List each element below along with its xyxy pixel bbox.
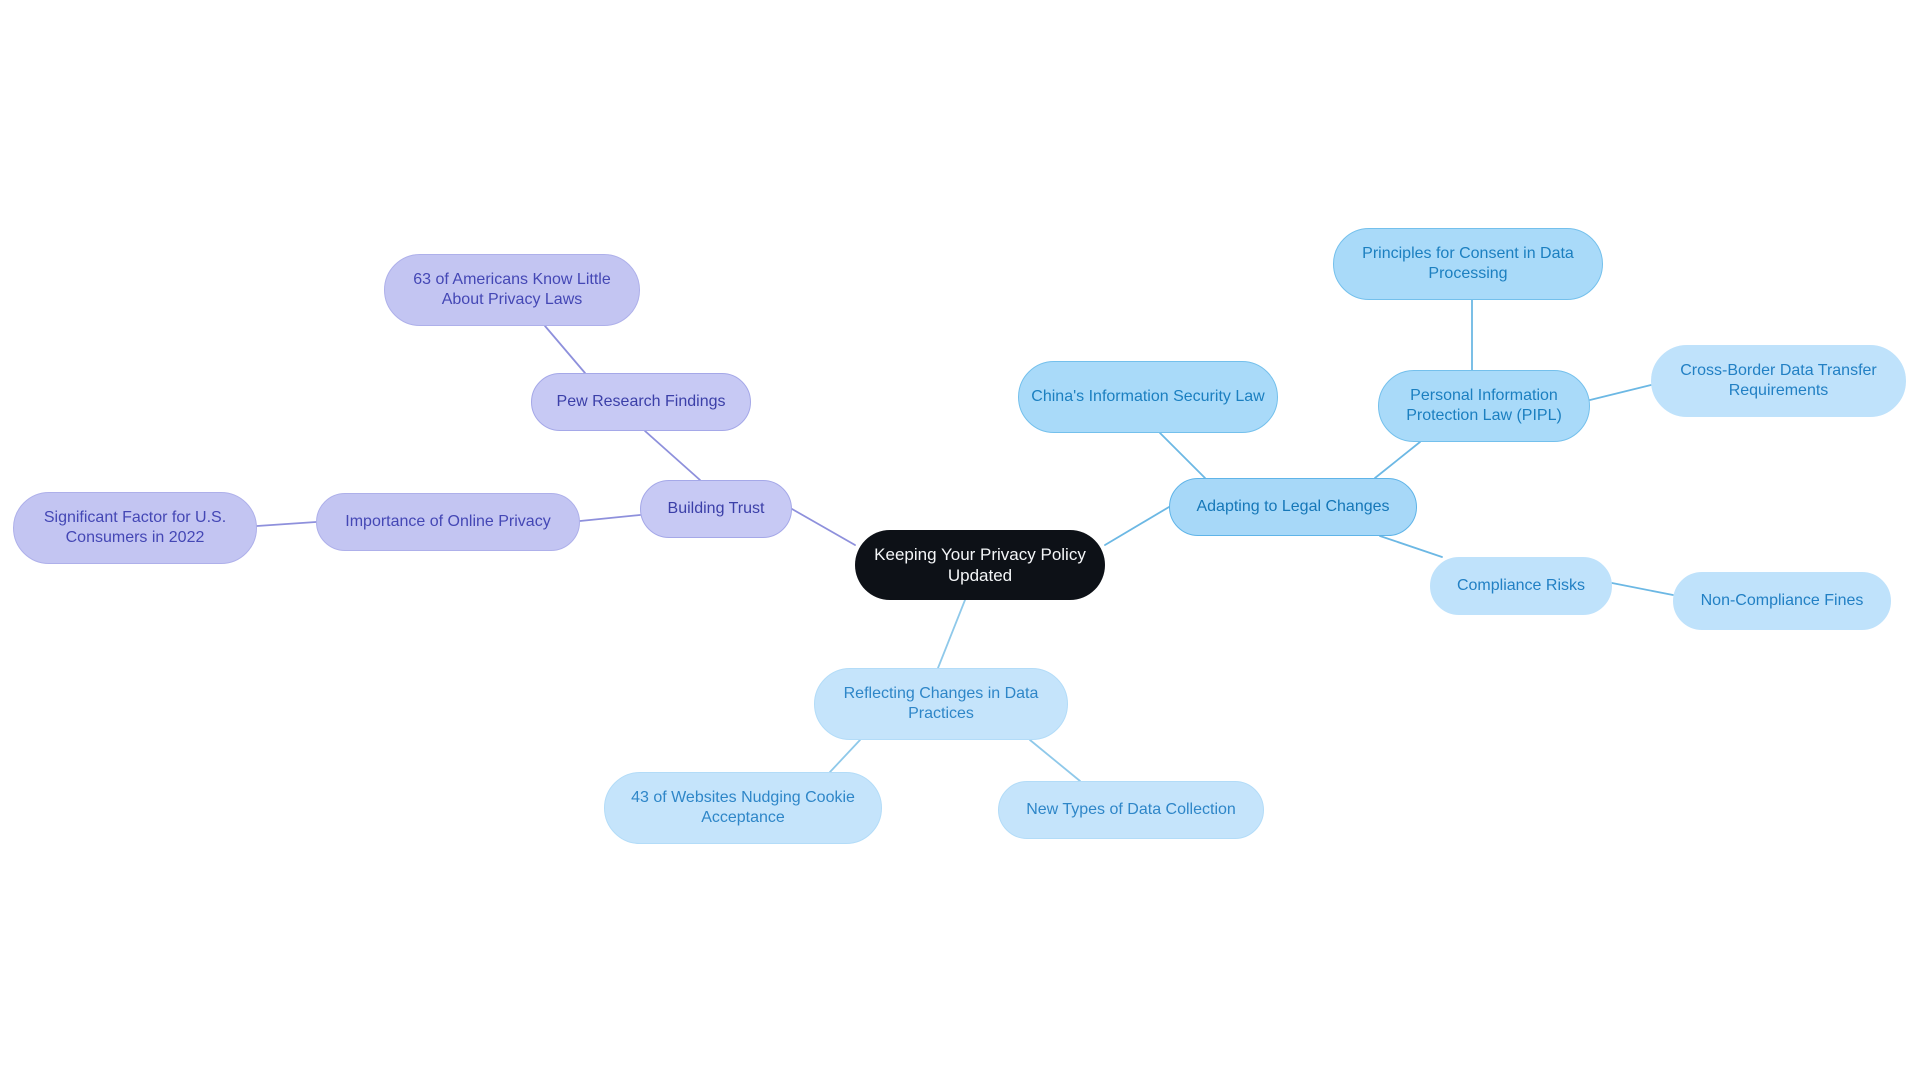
node-importance-of-online-privacy[interactable]: Importance of Online Privacy	[316, 493, 580, 551]
node-label: Keeping Your Privacy Policy Updated	[874, 544, 1086, 585]
node-label: Significant Factor for U.S. Consumers in…	[43, 509, 227, 546]
central-to-reflecting	[937, 599, 966, 669]
adapting-to-pipl	[1374, 441, 1421, 479]
node-reflecting-changes-in-data-practices[interactable]: Reflecting Changes in Data Practices	[814, 668, 1068, 740]
reflecting-to-new-types	[1029, 739, 1081, 782]
node-label: China's Information Security Law	[1031, 388, 1265, 405]
central-to-adapting	[1104, 506, 1170, 546]
compliance-to-fines	[1611, 582, 1674, 596]
node-consent-principles[interactable]: Principles for Consent in Data Processin…	[1333, 228, 1603, 300]
node-label: Personal Information Protection Law (PIP…	[1406, 387, 1562, 424]
node-label: Compliance Risks	[1456, 577, 1586, 594]
node-building-trust[interactable]: Building Trust	[640, 480, 792, 538]
building-trust-to-pew	[644, 430, 701, 481]
node-label: Cross-Border Data Transfer Requirements	[1680, 362, 1877, 399]
node-americans-know-little[interactable]: 63 of Americans Know Little About Privac…	[384, 254, 640, 326]
node-label: Building Trust	[667, 500, 765, 517]
node-compliance-risks[interactable]: Compliance Risks	[1430, 557, 1612, 615]
node-label: Principles for Consent in Data Processin…	[1362, 245, 1574, 282]
node-significant-factor[interactable]: Significant Factor for U.S. Consumers in…	[13, 492, 257, 564]
node-label: Pew Research Findings	[556, 393, 726, 410]
central-to-building-trust	[791, 508, 856, 546]
node-non-compliance-fines[interactable]: Non-Compliance Fines	[1673, 572, 1891, 630]
building-trust-to-importance	[579, 514, 641, 522]
node-label: New Types of Data Collection	[1026, 801, 1236, 818]
node-label: Importance of Online Privacy	[345, 513, 551, 530]
mindmap-canvas: Keeping Your Privacy Policy Updated Buil…	[0, 0, 1920, 1083]
node-label: 43 of Websites Nudging Cookie Acceptance	[631, 789, 855, 826]
pew-to-americans	[544, 325, 586, 374]
reflecting-to-websites	[829, 739, 861, 773]
node-pew-research-findings[interactable]: Pew Research Findings	[531, 373, 751, 431]
node-label: Reflecting Changes in Data Practices	[843, 685, 1039, 722]
adapting-to-compliance	[1379, 535, 1443, 558]
node-label: Non-Compliance Fines	[1700, 592, 1864, 609]
node-china-information-security-law[interactable]: China's Information Security Law	[1018, 361, 1278, 433]
node-cross-border-data-transfer[interactable]: Cross-Border Data Transfer Requirements	[1651, 345, 1906, 417]
adapting-to-china	[1159, 432, 1206, 479]
node-label: Adapting to Legal Changes	[1196, 498, 1390, 515]
pipl-to-cross-border	[1589, 384, 1652, 401]
node-new-types-of-data-collection[interactable]: New Types of Data Collection	[998, 781, 1264, 839]
node-pipl[interactable]: Personal Information Protection Law (PIP…	[1378, 370, 1590, 442]
node-central[interactable]: Keeping Your Privacy Policy Updated	[855, 530, 1105, 600]
node-adapting-to-legal-changes[interactable]: Adapting to Legal Changes	[1169, 478, 1417, 536]
node-websites-nudging-cookie-acceptance[interactable]: 43 of Websites Nudging Cookie Acceptance	[604, 772, 882, 844]
node-label: 63 of Americans Know Little About Privac…	[413, 271, 611, 308]
importance-to-significant	[256, 521, 317, 527]
